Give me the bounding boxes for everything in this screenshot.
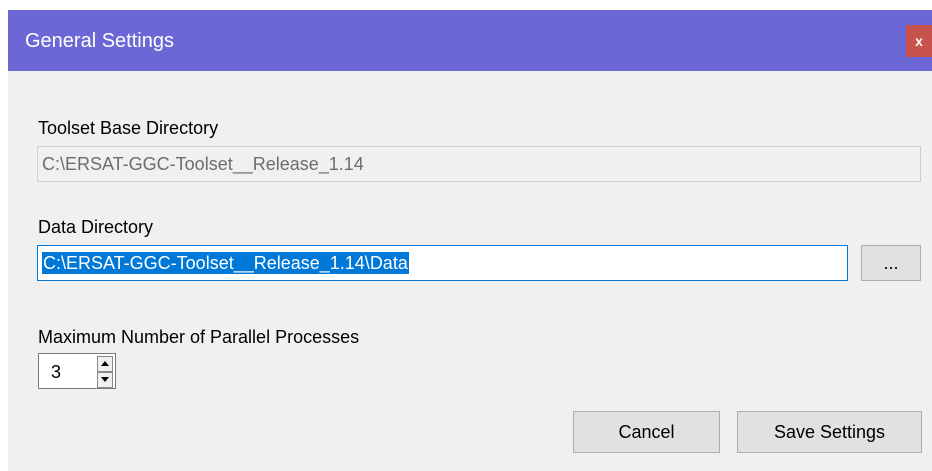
data-directory-input[interactable]: C:\ERSAT-GGC-Toolset__Release_1.14\Data — [37, 245, 848, 281]
close-button[interactable]: x — [906, 25, 932, 57]
dialog-title: General Settings — [25, 30, 174, 52]
general-settings-dialog: General Settings x Toolset Base Director… — [8, 10, 932, 471]
browse-button-label: ... — [883, 253, 899, 273]
parallel-processes-label: Maximum Number of Parallel Processes — [38, 327, 360, 347]
data-directory-value: C:\ERSAT-GGC-Toolset__Release_1.14\Data — [42, 252, 409, 274]
spin-up-button[interactable] — [97, 356, 113, 372]
triangle-up-icon — [101, 361, 109, 366]
spin-down-button[interactable] — [97, 372, 113, 388]
toolset-base-directory-field: C:\ERSAT-GGC-Toolset__Release_1.14 — [37, 146, 921, 182]
cancel-button-label: Cancel — [618, 422, 675, 442]
close-icon: x — [915, 33, 923, 49]
parallel-processes-value: 3 — [51, 362, 62, 382]
toolset-base-directory-value: C:\ERSAT-GGC-Toolset__Release_1.14 — [42, 154, 364, 174]
save-settings-button-label: Save Settings — [773, 422, 886, 442]
save-settings-button[interactable]: Save Settings — [737, 411, 922, 453]
toolset-base-directory-label: Toolset Base Directory — [38, 118, 219, 138]
triangle-down-icon — [101, 377, 109, 382]
data-directory-label: Data Directory — [38, 217, 154, 237]
parallel-processes-stepper[interactable]: 3 — [38, 353, 116, 389]
browse-button[interactable]: ... — [861, 245, 921, 281]
title-bar: General Settings x — [8, 10, 932, 71]
cancel-button[interactable]: Cancel — [573, 411, 720, 453]
